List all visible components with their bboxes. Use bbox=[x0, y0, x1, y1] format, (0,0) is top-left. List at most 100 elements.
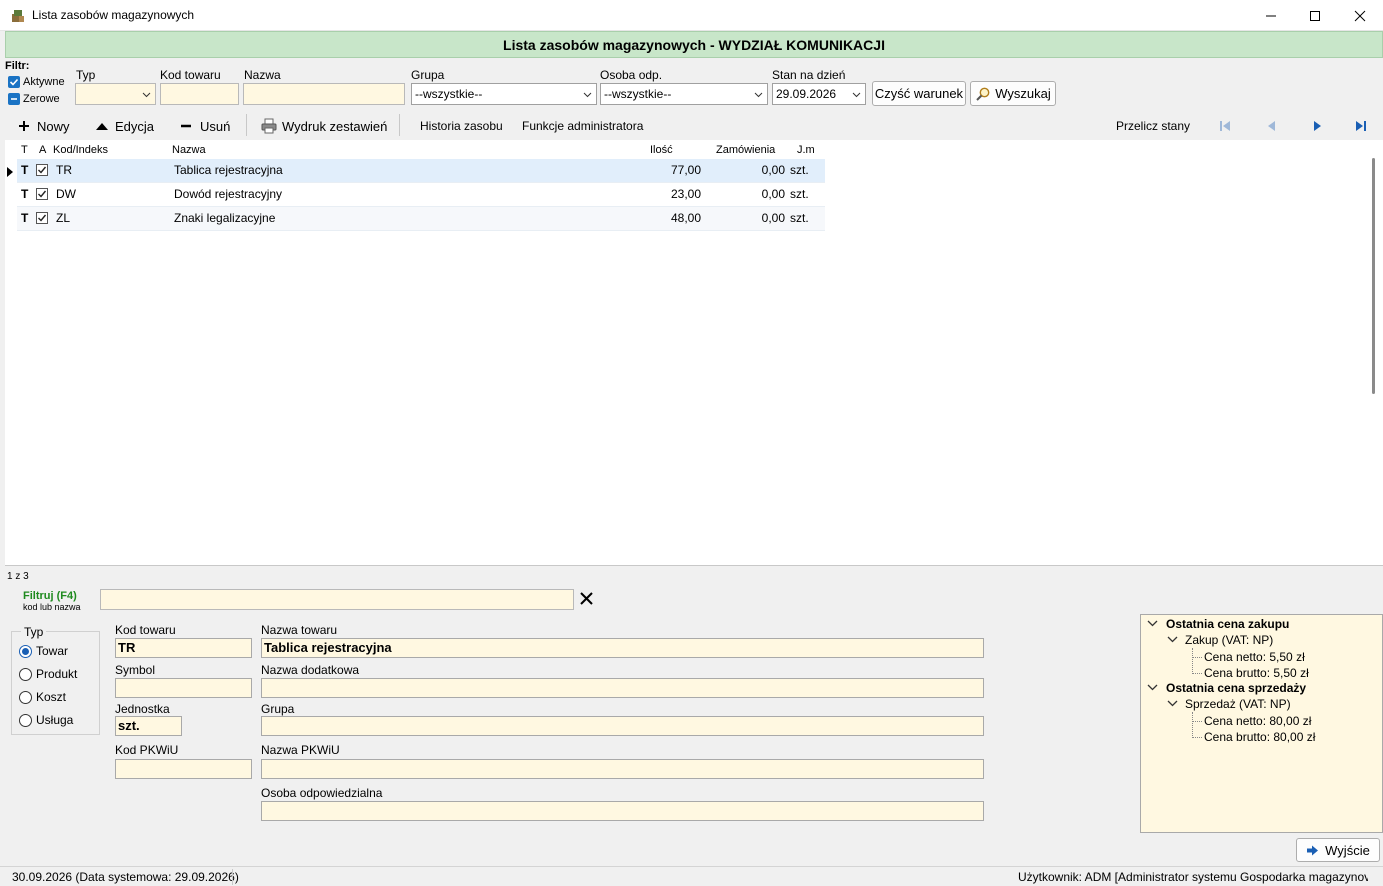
name-field[interactable]: Tablica rejestracyjna bbox=[261, 638, 984, 658]
history-label: Historia zasobu bbox=[420, 119, 503, 133]
pkwiu-field[interactable] bbox=[115, 759, 252, 779]
print-label: Wydruk zestawień bbox=[282, 118, 388, 134]
pkwiu-name-field[interactable] bbox=[261, 759, 984, 779]
filter-label: Filtr: bbox=[5, 60, 30, 72]
type-radio-label: Usługa bbox=[36, 713, 74, 727]
table-row[interactable]: T ZL Znaki legalizacyjne 48,00 0,00 szt. bbox=[17, 207, 825, 231]
exit-label: Wyjście bbox=[1325, 842, 1370, 858]
type-radio-produkt[interactable]: Produkt bbox=[19, 667, 94, 683]
column-header-unit[interactable]: J.m bbox=[797, 144, 815, 156]
edit-button[interactable]: Edycja bbox=[95, 116, 154, 136]
toolbar-separator bbox=[399, 114, 400, 136]
type-filter-select[interactable] bbox=[75, 83, 156, 105]
recalc-button[interactable]: Przelicz stany bbox=[1116, 116, 1190, 136]
name-filter-input[interactable] bbox=[243, 83, 405, 105]
table-row[interactable]: T TR Tablica rejestracyjna 77,00 0,00 sz… bbox=[17, 159, 825, 183]
person-filter-select[interactable]: --wszystkie-- bbox=[600, 83, 768, 105]
type-radio-usluga[interactable]: Usługa bbox=[19, 713, 94, 729]
row-qty: 48,00 bbox=[670, 211, 701, 225]
group-filter-select[interactable]: --wszystkie-- bbox=[411, 83, 597, 105]
first-record-button[interactable] bbox=[1218, 116, 1232, 136]
next-record-button[interactable] bbox=[1310, 116, 1324, 136]
clear-filter-icon[interactable] bbox=[580, 592, 593, 605]
sale-vat-node[interactable]: Sprzedaż (VAT: NP) bbox=[1185, 697, 1291, 711]
quickfilter-hint: kod lub nazwa bbox=[23, 602, 81, 612]
minimize-icon bbox=[1266, 15, 1276, 16]
row-name: Znaki legalizacyjne bbox=[174, 211, 276, 225]
purchase-price-node[interactable]: Ostatnia cena zakupu bbox=[1166, 617, 1289, 631]
type-radio-label: Towar bbox=[36, 644, 69, 658]
column-header-qty[interactable]: Ilość bbox=[650, 144, 673, 156]
type-groupbox-title: Typ bbox=[21, 625, 47, 639]
row-active-checkbox[interactable] bbox=[36, 188, 48, 200]
chevron-down-icon[interactable] bbox=[1147, 618, 1158, 629]
unit-field[interactable]: szt. bbox=[115, 716, 182, 736]
minimize-button[interactable] bbox=[1248, 0, 1294, 31]
chevron-down-icon[interactable] bbox=[1167, 634, 1178, 645]
code-field[interactable]: TR bbox=[115, 638, 252, 658]
last-record-button[interactable] bbox=[1354, 116, 1368, 136]
column-header-name[interactable]: Nazwa bbox=[172, 144, 206, 156]
extra-name-field[interactable] bbox=[261, 678, 984, 698]
status-date: 30.09.2026 (Data systemowa: 29.09.2026) bbox=[12, 870, 239, 884]
search-label: Wyszukaj bbox=[995, 86, 1051, 101]
column-header-orders[interactable]: Zamówienia bbox=[716, 144, 775, 156]
maximize-button[interactable] bbox=[1292, 0, 1338, 31]
symbol-label: Symbol bbox=[115, 663, 156, 677]
group-label: Grupa bbox=[261, 702, 295, 716]
sale-price-node[interactable]: Ostatnia cena sprzedaży bbox=[1166, 681, 1306, 695]
code-filter-input[interactable] bbox=[160, 83, 239, 105]
code-label: Kod towaru bbox=[115, 623, 176, 637]
row-code: TR bbox=[56, 163, 72, 177]
delete-label: Usuń bbox=[200, 118, 231, 134]
row-orders: 0,00 bbox=[761, 163, 785, 177]
date-filter-label: Stan na dzień bbox=[772, 68, 846, 82]
history-button[interactable]: Historia zasobu bbox=[420, 116, 503, 136]
name-filter-label: Nazwa bbox=[244, 68, 281, 82]
close-button[interactable] bbox=[1337, 0, 1383, 31]
type-radio-koszt[interactable]: Koszt bbox=[19, 690, 94, 706]
radio-icon bbox=[19, 714, 32, 727]
delete-button[interactable]: Usuń bbox=[179, 116, 230, 136]
prev-record-button[interactable] bbox=[1265, 116, 1279, 136]
column-header-a[interactable]: A bbox=[39, 144, 46, 156]
status-bar: 30.09.2026 (Data systemowa: 29.09.2026) … bbox=[0, 866, 1383, 886]
active-checkbox[interactable]: Aktywne bbox=[8, 76, 65, 88]
chevron-down-icon[interactable] bbox=[1167, 698, 1178, 709]
column-header-code[interactable]: Kod/Indeks bbox=[53, 144, 108, 156]
search-icon bbox=[976, 87, 990, 101]
admin-button[interactable]: Funkcje administratora bbox=[522, 116, 643, 136]
current-row-indicator-icon bbox=[7, 167, 13, 177]
row-active-checkbox[interactable] bbox=[36, 212, 48, 224]
search-button[interactable]: Wyszukaj bbox=[970, 81, 1056, 106]
print-button[interactable]: Wydruk zestawień bbox=[261, 116, 387, 136]
edit-label: Edycja bbox=[115, 118, 155, 134]
chevron-down-icon[interactable] bbox=[1147, 682, 1158, 693]
admin-label: Funkcje administratora bbox=[522, 119, 644, 133]
tree-line bbox=[1193, 721, 1202, 722]
quickfilter-label: Filtruj (F4) bbox=[23, 590, 77, 602]
checkbox-indeterminate-icon bbox=[8, 93, 20, 105]
toolbar-separator bbox=[246, 114, 247, 136]
exit-button[interactable]: Wyjście bbox=[1296, 838, 1380, 862]
date-filter-picker[interactable]: 29.09.2026 bbox=[772, 83, 866, 105]
row-orders: 0,00 bbox=[761, 187, 785, 201]
row-code: DW bbox=[56, 187, 76, 201]
zero-checkbox[interactable]: Zerowe bbox=[8, 93, 60, 105]
chevron-down-icon bbox=[583, 92, 592, 98]
row-active-checkbox[interactable] bbox=[36, 164, 48, 176]
symbol-field[interactable] bbox=[115, 678, 252, 698]
clear-condition-button[interactable]: Czyść warunek bbox=[872, 81, 966, 106]
quickfilter-input[interactable] bbox=[100, 589, 574, 610]
table-row[interactable]: T DW Dowód rejestracyjny 23,00 0,00 szt. bbox=[17, 183, 825, 207]
type-radio-towar[interactable]: Towar bbox=[19, 644, 94, 660]
column-header-t[interactable]: T bbox=[21, 144, 28, 156]
last-icon bbox=[1356, 121, 1366, 131]
purchase-vat-node[interactable]: Zakup (VAT: NP) bbox=[1185, 633, 1273, 647]
new-button[interactable]: Nowy bbox=[17, 116, 70, 136]
grid-scrollbar[interactable] bbox=[1372, 158, 1375, 394]
person-field[interactable] bbox=[261, 801, 984, 821]
pkwiu-name-label: Nazwa PKWiU bbox=[261, 743, 340, 757]
group-field[interactable] bbox=[261, 716, 984, 736]
purchase-gross-price: Cena brutto: 5,50 zł bbox=[1204, 666, 1309, 680]
